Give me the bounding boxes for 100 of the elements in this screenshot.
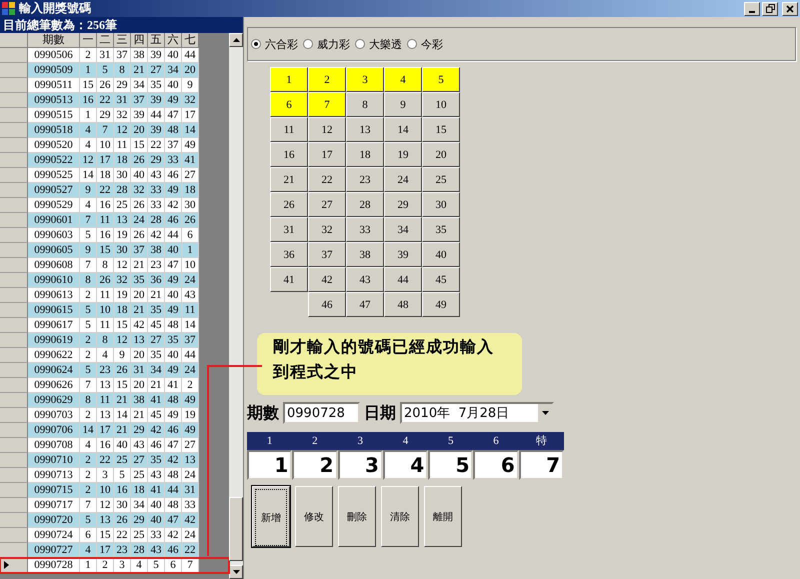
number-button[interactable]: 39 [384, 242, 422, 267]
column-header[interactable]: 六 [165, 33, 182, 48]
lottery-type-radio[interactable]: 大樂透 [355, 36, 402, 52]
number-button[interactable]: 44 [384, 267, 422, 292]
action-button[interactable]: 刪除 [338, 486, 376, 547]
table-cell: 5 [148, 558, 165, 573]
number-input[interactable]: 5 [428, 450, 474, 480]
number-button[interactable]: 20 [422, 142, 460, 167]
number-button[interactable]: 42 [308, 267, 346, 292]
number-button[interactable]: 28 [346, 192, 384, 217]
table-cell: 0990728 [28, 558, 80, 573]
number-button[interactable]: 41 [270, 267, 308, 292]
number-button[interactable]: 1 [270, 67, 308, 92]
scroll-down-button[interactable] [229, 565, 243, 579]
number-button[interactable]: 31 [270, 217, 308, 242]
number-button[interactable]: 21 [270, 167, 308, 192]
number-button[interactable]: 48 [384, 292, 422, 317]
table-cell: 8 [97, 333, 114, 348]
number-input[interactable]: 7 [518, 450, 564, 480]
number-button[interactable]: 12 [308, 117, 346, 142]
table-cell: 21 [131, 408, 148, 423]
restore-button[interactable] [762, 2, 778, 16]
table-cell: 40 [165, 288, 182, 303]
number-button[interactable]: 30 [422, 192, 460, 217]
table-cell: 31 [114, 93, 131, 108]
number-button[interactable]: 3 [346, 67, 384, 92]
table-cell: 18 [182, 183, 199, 198]
number-input[interactable]: 3 [338, 450, 383, 480]
table-cell: 18 [97, 168, 114, 183]
number-button[interactable]: 32 [308, 217, 346, 242]
number-button[interactable]: 34 [384, 217, 422, 242]
number-button[interactable]: 11 [270, 117, 308, 142]
column-header[interactable]: 期數 [28, 33, 80, 48]
number-button[interactable]: 49 [422, 292, 460, 317]
table-cell: 0990717 [28, 498, 80, 513]
table-cell: 15 [80, 78, 97, 93]
number-button[interactable]: 18 [346, 142, 384, 167]
scroll-up-button[interactable] [229, 33, 243, 47]
corner-header-cell[interactable] [0, 33, 28, 48]
table-cell: 30 [182, 198, 199, 213]
number-button[interactable]: 9 [384, 92, 422, 117]
close-button[interactable] [782, 2, 798, 16]
number-button[interactable]: 19 [384, 142, 422, 167]
action-button[interactable]: 修改 [295, 486, 333, 547]
number-button[interactable]: 5 [422, 67, 460, 92]
action-button[interactable]: 離開 [424, 486, 462, 547]
action-button[interactable]: 清除 [381, 486, 419, 547]
number-button[interactable]: 2 [308, 67, 346, 92]
column-header[interactable]: 五 [148, 33, 165, 48]
number-button[interactable]: 4 [384, 67, 422, 92]
number-button[interactable]: 47 [346, 292, 384, 317]
column-header[interactable]: 一 [80, 33, 97, 48]
number-button[interactable]: 13 [346, 117, 384, 142]
lottery-type-radio[interactable]: 威力彩 [303, 36, 350, 52]
number-button[interactable]: 23 [346, 167, 384, 192]
number-button[interactable]: 7 [308, 92, 346, 117]
number-button[interactable]: 8 [346, 92, 384, 117]
row-header[interactable] [0, 558, 28, 573]
close-icon [786, 4, 794, 12]
vertical-scrollbar[interactable] [229, 33, 243, 579]
table-cell: 35 [148, 453, 165, 468]
number-button[interactable]: 46 [308, 292, 346, 317]
number-button[interactable]: 6 [270, 92, 308, 117]
number-button[interactable]: 40 [422, 242, 460, 267]
lottery-type-radio[interactable]: 今彩 [407, 36, 443, 52]
number-button[interactable]: 35 [422, 217, 460, 242]
table-cell: 0990511 [28, 78, 80, 93]
number-input[interactable]: 4 [382, 450, 428, 480]
number-button[interactable]: 15 [422, 117, 460, 142]
number-button[interactable]: 27 [308, 192, 346, 217]
number-button[interactable]: 17 [308, 142, 346, 167]
table-cell: 7 [97, 123, 114, 138]
scroll-thumb[interactable] [229, 497, 243, 561]
number-button[interactable]: 24 [384, 167, 422, 192]
minimize-button[interactable] [744, 2, 760, 16]
number-button[interactable]: 16 [270, 142, 308, 167]
column-header[interactable]: 七 [182, 33, 199, 48]
table-cell: 0990601 [28, 213, 80, 228]
number-button[interactable]: 14 [384, 117, 422, 142]
period-input[interactable]: 0990728 [283, 402, 360, 424]
number-input[interactable]: 2 [292, 450, 338, 480]
column-header[interactable]: 二 [97, 33, 114, 48]
date-picker[interactable]: 2010年 7月28日 [400, 402, 554, 424]
number-input[interactable]: 6 [473, 450, 519, 480]
column-header[interactable]: 四 [131, 33, 148, 48]
number-button[interactable]: 29 [384, 192, 422, 217]
number-button[interactable]: 26 [270, 192, 308, 217]
number-button[interactable]: 43 [346, 267, 384, 292]
number-button[interactable]: 33 [346, 217, 384, 242]
column-header[interactable]: 三 [114, 33, 131, 48]
number-button[interactable]: 38 [346, 242, 384, 267]
number-button[interactable]: 45 [422, 267, 460, 292]
action-button[interactable]: 新增 [252, 486, 290, 547]
number-button[interactable]: 25 [422, 167, 460, 192]
number-button[interactable]: 36 [270, 242, 308, 267]
number-button[interactable]: 37 [308, 242, 346, 267]
number-button[interactable]: 10 [422, 92, 460, 117]
lottery-type-radio[interactable]: 六合彩 [251, 36, 298, 52]
number-button[interactable]: 22 [308, 167, 346, 192]
number-input[interactable]: 1 [247, 450, 292, 480]
